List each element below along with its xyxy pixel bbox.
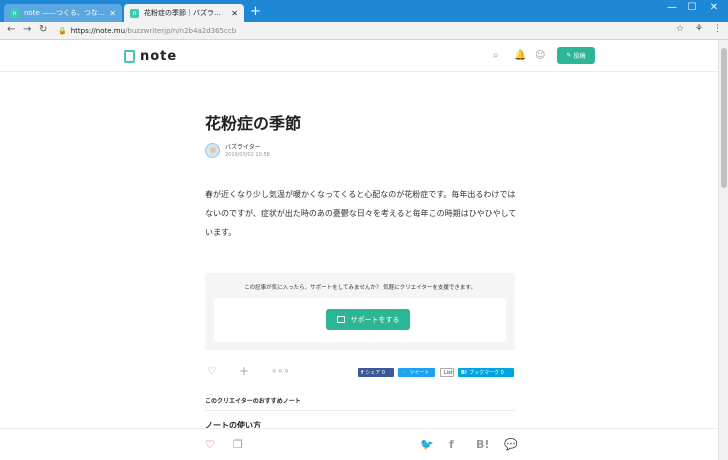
hatena-bookmark-label: ブックマーク 0 [469,370,504,376]
like-heart-icon[interactable]: ♡ [205,438,215,451]
close-icon[interactable]: ✕ [231,9,238,18]
more-dots-icon[interactable]: ∘∘∘ [271,366,290,377]
hatena-bookmark-button[interactable]: B! ブックマーク 0 [458,368,514,377]
user-avatar-icon[interactable]: ☺ [535,50,545,61]
author-info[interactable]: バズライター 2019/03/02 10:58 [205,142,270,158]
close-icon[interactable]: ✕ [109,9,116,18]
post-button-label: 投稿 [573,53,586,60]
facebook-icon: f [361,369,364,376]
minimize-button[interactable]: — [662,2,682,13]
bottom-action-bar: ♡ ❐ 🐦 f B! 💬 [0,428,718,460]
twitter-icon[interactable]: 🐦 [420,438,434,451]
list-button[interactable]: List [440,368,454,377]
line-icon[interactable]: 💬 [504,438,518,451]
browser-titlebar: n note ——つくる、つながる、とどける。 ✕ n 花粉症の季節｜バズライタ… [0,0,728,22]
page-scrollbar[interactable] [718,40,728,460]
tab-title: 花粉症の季節｜バズライター｜note [144,9,228,17]
facebook-share-button[interactable]: f シェア 0 [358,368,394,377]
support-inner: サポートをする [214,298,506,342]
magazine-icon[interactable]: ❐ [233,438,243,451]
bell-icon[interactable]: 🔔 [514,50,526,61]
add-to-magazine-icon[interactable]: + [239,364,249,378]
facebook-share-label: シェア 0 [365,370,385,376]
recommend-heading: このクリエイターのおすすめノート [205,398,301,405]
support-button-label: サポートをする [350,315,400,324]
window-close-button[interactable]: ✕ [704,2,724,13]
heart-outline-icon[interactable]: ♡ [207,366,216,377]
support-box: この記事が気に入ったら、サポートをしてみませんか？ 気軽にクリエイターを支援でき… [205,273,515,350]
menu-dots-icon[interactable]: ⋮ [713,24,722,34]
note-logo[interactable]: note [124,49,177,64]
support-button[interactable]: サポートをする [326,309,410,330]
new-tab-button[interactable]: + [250,5,261,18]
url-path: /buzzwriterjp/n/n2b4a2d365ccb [125,27,237,35]
publish-date: 2019/03/02 10:58 [225,152,270,158]
note-favicon-icon: n [10,8,19,18]
site-header: note ⌕ 🔔 ☺ ✎ 投稿 [0,40,718,72]
article-title: 花粉症の季節 [205,114,302,133]
search-icon[interactable]: ⌕ [493,50,499,61]
reload-icon[interactable]: ↻ [39,24,47,35]
bookmark-star-icon[interactable]: ☆ [676,24,684,34]
tweet-label: ツイート [409,370,430,376]
gift-icon [336,316,345,323]
url-host: https://note.mu [70,27,126,35]
logo-text: note [140,49,178,64]
browser-tab-article[interactable]: n 花粉症の季節｜バズライター｜note ✕ [124,4,244,22]
browser-tab-note-home[interactable]: n note ——つくる、つながる、とどける。 ✕ [4,4,122,22]
facebook-icon[interactable]: f [449,438,454,451]
note-logo-icon [124,50,135,63]
tab-title: note ——つくる、つながる、とどける。 [24,9,105,17]
browser-toolbar: ← → ↻ 🔒 https://note.mu /buzzwriterjp/n/… [0,22,728,40]
forward-icon[interactable]: → [23,24,31,35]
twitter-icon: 🐦 [401,369,408,376]
divider [205,410,515,411]
scrollbar-thumb[interactable] [721,48,727,188]
extension-icon[interactable]: ⚘ [695,24,703,34]
author-name[interactable]: バズライター [225,142,270,151]
note-favicon-icon: n [130,8,139,18]
lock-icon: 🔒 [58,27,67,35]
address-bar[interactable]: 🔒 https://note.mu /buzzwriterjp/n/n2b4a2… [58,24,668,38]
tweet-button[interactable]: 🐦 ツイート [398,368,435,377]
back-icon[interactable]: ← [7,24,15,35]
pencil-icon: ✎ [566,52,572,59]
article-body: 春が近くなり少し気温が暖かくなってくると心配なのが花粉症です。毎年出るわけではな… [205,190,517,237]
support-message: この記事が気に入ったら、サポートをしてみませんか？ 気軽にクリエイターを支援でき… [244,285,476,291]
author-avatar[interactable] [205,142,220,158]
post-button[interactable]: ✎ 投稿 [557,47,595,64]
maximize-button[interactable]: ☐ [682,2,702,13]
hatena-icon[interactable]: B! [476,438,489,451]
hatena-icon: B! [461,369,468,376]
